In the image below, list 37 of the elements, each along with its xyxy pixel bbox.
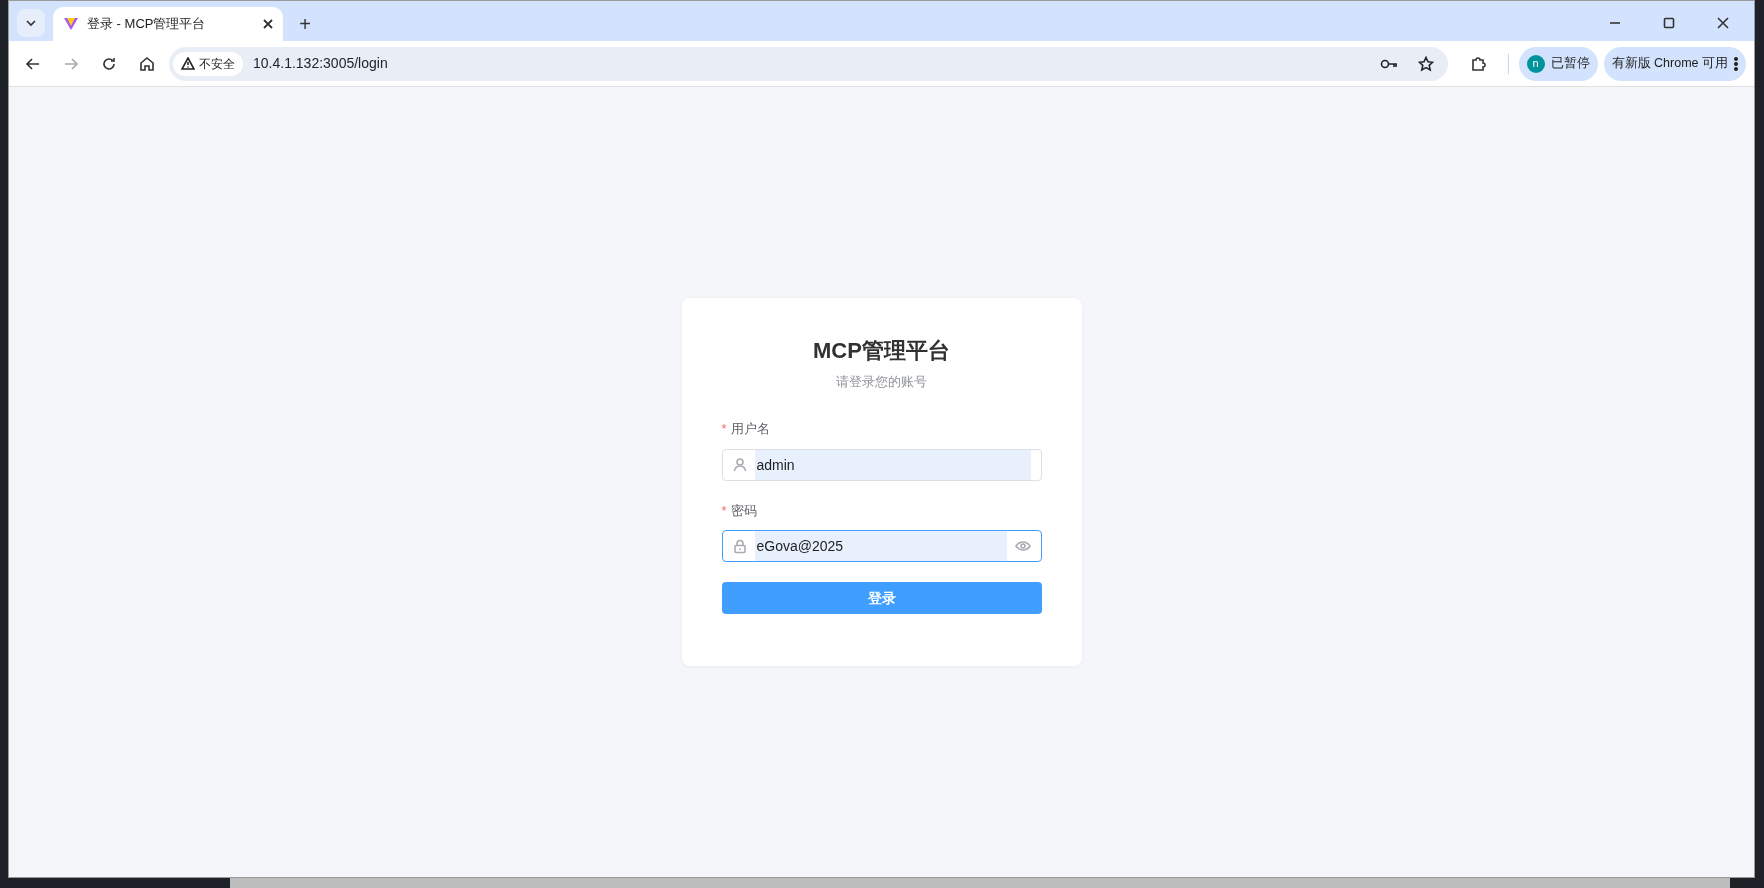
- security-label: 不安全: [199, 55, 235, 73]
- chevron-down-icon: [25, 19, 37, 27]
- password-field[interactable]: eGova@2025: [721, 530, 1042, 563]
- home-icon: [139, 55, 155, 72]
- profile-status: 已暂停: [1550, 55, 1590, 73]
- more-icon[interactable]: [1734, 56, 1738, 71]
- browser-tab[interactable]: 登录 - MCP管理平台: [53, 7, 283, 41]
- login-subtitle: 请登录您的账号: [835, 372, 928, 391]
- key-icon[interactable]: [1379, 57, 1398, 70]
- warning-icon: [181, 57, 195, 70]
- close-button[interactable]: [263, 19, 273, 29]
- puzzle-icon: [1469, 55, 1486, 72]
- star-icon[interactable]: [1417, 55, 1434, 72]
- field-label-text: 用户名: [730, 421, 770, 437]
- close-icon: [263, 19, 273, 29]
- profile-button[interactable]: n 已暂停: [1518, 46, 1598, 81]
- required-asterisk: *: [721, 421, 727, 437]
- tab-list-button[interactable]: [17, 9, 45, 37]
- new-tab-button[interactable]: +: [291, 7, 319, 41]
- user-icon: [732, 457, 747, 473]
- required-asterisk: *: [721, 502, 727, 518]
- lock-icon: [732, 538, 747, 554]
- close-icon: [1717, 17, 1729, 29]
- tab-title: 登录 - MCP管理平台: [87, 15, 207, 34]
- update-button[interactable]: 有新版 Chrome 可用: [1603, 46, 1746, 81]
- address-bar[interactable]: 不安全 10.4.1.132:3005/login: [169, 46, 1448, 81]
- forward-arrow-icon: [63, 55, 79, 72]
- update-label: 有新版 Chrome 可用: [1611, 55, 1728, 73]
- maximize-icon: [1663, 17, 1675, 29]
- reload-icon: [101, 55, 117, 72]
- field-label-text: 密码: [730, 502, 757, 518]
- login-title: MCP管理平台: [812, 337, 951, 364]
- url-text: 10.4.1.132:3005/login: [253, 54, 389, 73]
- avatar: n: [1526, 54, 1545, 73]
- back-arrow-icon: [25, 55, 41, 72]
- username-field[interactable]: admin: [721, 448, 1042, 481]
- logo-icon: [63, 17, 79, 31]
